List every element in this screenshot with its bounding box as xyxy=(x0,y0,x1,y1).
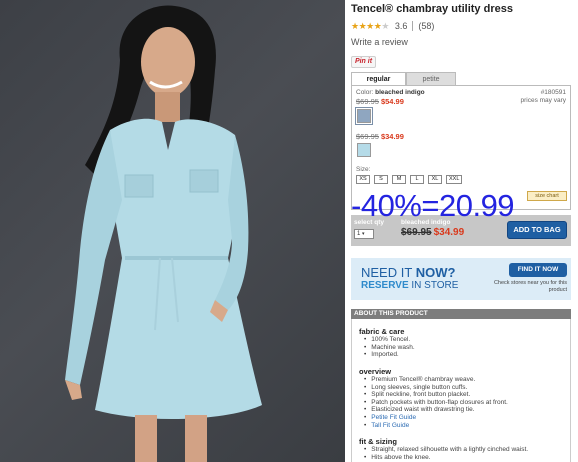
need-it-now: NOW? xyxy=(415,265,456,280)
size-options: XS S M L XL XXL xyxy=(356,175,463,184)
bag-original-price: $69.95 xyxy=(401,227,432,238)
list-item: Imported. xyxy=(364,351,415,359)
bag-sale-price: $34.99 xyxy=(433,227,465,238)
rating-row: ★★★★★ 3.6 (58) xyxy=(351,20,434,32)
find-in-store-banner: NEED IT NOW? RESERVE IN STORE FIND IT NO… xyxy=(351,258,571,300)
size-chart-button[interactable]: size chart xyxy=(527,191,567,201)
review-count[interactable]: (58) xyxy=(418,21,434,31)
list-item: Straight, relaxed silhouette with a ligh… xyxy=(364,446,528,454)
star-icon: ★ xyxy=(366,20,374,31)
need-it-text: NEED IT xyxy=(361,265,413,280)
sale-price: $54.99 xyxy=(380,97,404,106)
divider xyxy=(412,21,414,31)
write-review-link[interactable]: Write a review xyxy=(351,37,408,47)
tab-petite[interactable]: petite xyxy=(406,72,456,86)
qty-select[interactable]: 1 ▾ xyxy=(354,229,374,239)
pinit-button[interactable]: Pin it xyxy=(351,56,376,68)
swatch-price-row: $69.95 $54.99 xyxy=(356,97,404,106)
list-item: Patch pockets with button-flap closures … xyxy=(364,399,508,407)
find-it-now-button[interactable]: FIND IT NOW xyxy=(509,263,567,277)
size-option-s[interactable]: S xyxy=(374,175,388,184)
size-option-xxl[interactable]: XXL xyxy=(446,175,463,184)
color-swatch-indigo[interactable] xyxy=(355,107,373,125)
overview-list: Premium Tencel® chambray weave. Long sle… xyxy=(364,376,508,429)
item-number-block: #180591 prices may vary xyxy=(520,89,566,105)
need-it-heading: NEED IT NOW? xyxy=(361,265,455,280)
size-label: Size: xyxy=(356,166,371,173)
prices-note: prices may vary xyxy=(520,97,566,104)
list-item: Long sleeves, single button cuffs. xyxy=(364,384,508,392)
sale-price: $34.99 xyxy=(380,132,404,141)
reserve-heading: RESERVE IN STORE xyxy=(361,280,458,291)
fabric-care-list: 100% Tencel. Machine wash. Imported. xyxy=(364,336,415,359)
product-page: Tencel® chambray utility dress ★★★★★ 3.6… xyxy=(0,0,578,462)
color-label-prefix: Color: xyxy=(356,89,374,96)
size-option-xs[interactable]: XS xyxy=(356,175,370,184)
fit-sizing-list: Straight, relaxed silhouette with a ligh… xyxy=(364,446,528,461)
reserve-text: RESERVE xyxy=(361,280,409,291)
about-product-body: fabric & care 100% Tencel. Machine wash.… xyxy=(351,319,571,462)
original-price: $69.95 xyxy=(356,132,379,141)
add-to-bag-button[interactable]: ADD TO BAG xyxy=(507,221,567,239)
discount-overlay-text: -40%=20.99 xyxy=(351,188,515,223)
product-photo[interactable] xyxy=(0,0,345,462)
qty-value: 1 xyxy=(357,231,361,237)
in-store-text: IN STORE xyxy=(411,280,459,291)
size-option-xl[interactable]: XL xyxy=(428,175,442,184)
original-price: $69.95 xyxy=(356,97,379,106)
star-icon: ★ xyxy=(381,20,389,31)
section-title-fit-sizing: fit & sizing xyxy=(359,437,397,446)
product-info-panel: Tencel® chambray utility dress ★★★★★ 3.6… xyxy=(351,0,573,462)
rating-value: 3.6 xyxy=(394,21,408,31)
list-item: Premium Tencel® chambray weave. xyxy=(364,376,508,384)
tall-fit-guide-link[interactable]: Tall Fit Guide xyxy=(364,422,508,430)
petite-fit-guide-link[interactable]: Petite Fit Guide xyxy=(364,414,508,422)
selected-color-name: bleached indigo xyxy=(375,89,425,96)
about-product-header: ABOUT THIS PRODUCT xyxy=(351,309,571,319)
model-illustration xyxy=(65,5,262,462)
list-item: Hits above the knee. xyxy=(364,454,528,462)
list-item: Machine wash. xyxy=(364,344,414,352)
fit-tabs: regular petite xyxy=(351,72,571,87)
color-label: Color: bleached indigo xyxy=(356,89,425,96)
find-note: Check stores near you for this product xyxy=(493,280,567,293)
star-rating[interactable]: ★★★★★ xyxy=(351,21,389,32)
bag-price: $69.95 $34.99 xyxy=(401,227,464,238)
product-title: Tencel® chambray utility dress xyxy=(351,3,513,15)
section-title-fabric-care: fabric & care xyxy=(359,327,405,336)
color-swatch-light-blue[interactable] xyxy=(357,143,371,157)
size-option-m[interactable]: M xyxy=(392,175,406,184)
chevron-down-icon: ▾ xyxy=(362,231,365,237)
item-number: #180591 xyxy=(540,89,566,96)
size-option-l[interactable]: L xyxy=(410,175,424,184)
section-title-overview: overview xyxy=(359,367,392,376)
list-item: Split neckline, front button placket. xyxy=(364,391,508,399)
swatch-price-row: $69.95 $34.99 xyxy=(356,132,404,141)
list-item: 100% Tencel. xyxy=(364,336,415,344)
star-icon: ★ xyxy=(351,20,359,31)
list-item: Elasticized waist with drawstring tie. xyxy=(364,406,508,414)
